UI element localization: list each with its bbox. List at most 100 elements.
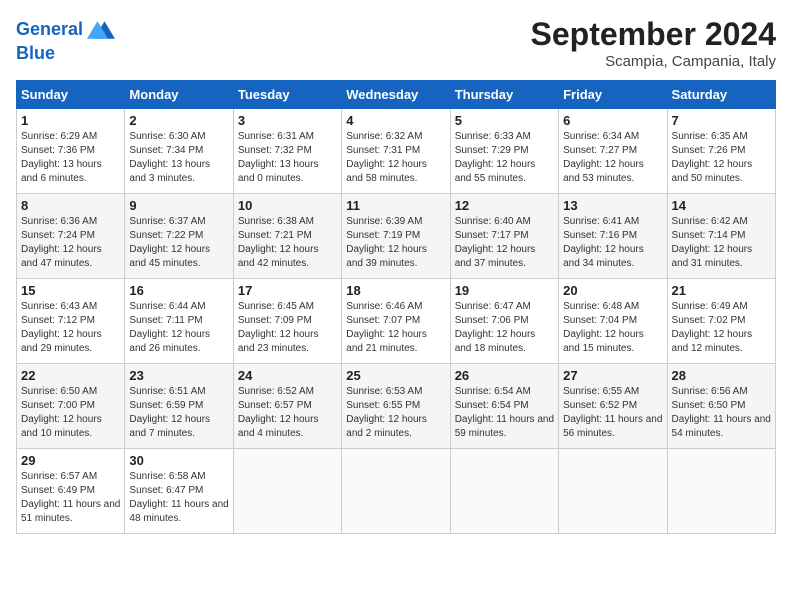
day-number: 26 — [455, 368, 554, 383]
day-number: 15 — [21, 283, 120, 298]
day-number: 9 — [129, 198, 228, 213]
cell-content: Sunrise: 6:50 AMSunset: 7:00 PMDaylight:… — [21, 385, 120, 441]
cell-content: Sunrise: 6:37 AMSunset: 7:22 PMDaylight:… — [129, 215, 228, 271]
day-number: 18 — [346, 283, 445, 298]
weekday-header-wednesday: Wednesday — [342, 81, 450, 109]
day-number: 5 — [455, 113, 554, 128]
calendar-cell: 5 Sunrise: 6:33 AMSunset: 7:29 PMDaylight… — [450, 109, 558, 194]
cell-content: Sunrise: 6:54 AMSunset: 6:54 PMDaylight:… — [455, 385, 554, 441]
calendar-cell: 14 Sunrise: 6:42 AMSunset: 7:14 PMDayligh… — [667, 194, 775, 279]
logo-text: General — [16, 20, 83, 40]
day-number: 23 — [129, 368, 228, 383]
cell-content: Sunrise: 6:45 AMSunset: 7:09 PMDaylight:… — [238, 300, 337, 356]
cell-content: Sunrise: 6:47 AMSunset: 7:06 PMDaylight:… — [455, 300, 554, 356]
cell-content: Sunrise: 6:33 AMSunset: 7:29 PMDaylight:… — [455, 130, 554, 186]
cell-content: Sunrise: 6:44 AMSunset: 7:11 PMDaylight:… — [129, 300, 228, 356]
calendar-cell: 2 Sunrise: 6:30 AMSunset: 7:34 PMDaylight… — [125, 109, 233, 194]
calendar-cell: 20 Sunrise: 6:48 AMSunset: 7:04 PMDayligh… — [559, 279, 667, 364]
day-number: 11 — [346, 198, 445, 213]
cell-content: Sunrise: 6:52 AMSunset: 6:57 PMDaylight:… — [238, 385, 337, 441]
cell-content: Sunrise: 6:46 AMSunset: 7:07 PMDaylight:… — [346, 300, 445, 356]
location: Scampia, Campania, Italy — [531, 53, 776, 70]
day-number: 7 — [672, 113, 771, 128]
cell-content: Sunrise: 6:32 AMSunset: 7:31 PMDaylight:… — [346, 130, 445, 186]
logo-icon — [87, 16, 115, 44]
calendar-cell — [667, 449, 775, 534]
day-number: 19 — [455, 283, 554, 298]
calendar-cell: 8 Sunrise: 6:36 AMSunset: 7:24 PMDaylight… — [17, 194, 125, 279]
calendar-cell: 13 Sunrise: 6:41 AMSunset: 7:16 PMDayligh… — [559, 194, 667, 279]
day-number: 21 — [672, 283, 771, 298]
day-number: 16 — [129, 283, 228, 298]
calendar-cell: 21 Sunrise: 6:49 AMSunset: 7:02 PMDayligh… — [667, 279, 775, 364]
calendar-cell: 9 Sunrise: 6:37 AMSunset: 7:22 PMDaylight… — [125, 194, 233, 279]
cell-content: Sunrise: 6:55 AMSunset: 6:52 PMDaylight:… — [563, 385, 662, 441]
day-number: 17 — [238, 283, 337, 298]
calendar-cell: 12 Sunrise: 6:40 AMSunset: 7:17 PMDayligh… — [450, 194, 558, 279]
cell-content: Sunrise: 6:40 AMSunset: 7:17 PMDaylight:… — [455, 215, 554, 271]
calendar-week-5: 29 Sunrise: 6:57 AMSunset: 6:49 PMDayligh… — [17, 449, 776, 534]
cell-content: Sunrise: 6:48 AMSunset: 7:04 PMDaylight:… — [563, 300, 662, 356]
calendar-cell: 22Sunrise: 6:50 AMSunset: 7:00 PMDayligh… — [17, 364, 125, 449]
cell-content: Sunrise: 6:53 AMSunset: 6:55 PMDaylight:… — [346, 385, 445, 441]
calendar-cell: 17 Sunrise: 6:45 AMSunset: 7:09 PMDayligh… — [233, 279, 341, 364]
cell-content: Sunrise: 6:39 AMSunset: 7:19 PMDaylight:… — [346, 215, 445, 271]
calendar-cell: 19 Sunrise: 6:47 AMSunset: 7:06 PMDayligh… — [450, 279, 558, 364]
calendar-cell: 23 Sunrise: 6:51 AMSunset: 6:59 PMDayligh… — [125, 364, 233, 449]
cell-content: Sunrise: 6:36 AMSunset: 7:24 PMDaylight:… — [21, 215, 120, 271]
calendar-cell: 11 Sunrise: 6:39 AMSunset: 7:19 PMDayligh… — [342, 194, 450, 279]
cell-content: Sunrise: 6:35 AMSunset: 7:26 PMDaylight:… — [672, 130, 771, 186]
calendar-cell — [233, 449, 341, 534]
calendar-week-1: 1Sunrise: 6:29 AMSunset: 7:36 PMDaylight… — [17, 109, 776, 194]
weekday-header-sunday: Sunday — [17, 81, 125, 109]
calendar-header-row: SundayMondayTuesdayWednesdayThursdayFrid… — [17, 81, 776, 109]
calendar-cell: 15 Sunrise: 6:43 AMSunset: 7:12 PMDayligh… — [17, 279, 125, 364]
weekday-header-friday: Friday — [559, 81, 667, 109]
day-number: 14 — [672, 198, 771, 213]
calendar-cell: 30Sunrise: 6:58 AMSunset: 6:47 PMDayligh… — [125, 449, 233, 534]
calendar-cell: 16 Sunrise: 6:44 AMSunset: 7:11 PMDayligh… — [125, 279, 233, 364]
cell-content: Sunrise: 6:51 AMSunset: 6:59 PMDaylight:… — [129, 385, 228, 441]
day-number: 2 — [129, 113, 228, 128]
day-number: 6 — [563, 113, 662, 128]
calendar-cell: 4 Sunrise: 6:32 AMSunset: 7:31 PMDaylight… — [342, 109, 450, 194]
day-number: 25 — [346, 368, 445, 383]
day-number: 13 — [563, 198, 662, 213]
calendar-week-2: 8 Sunrise: 6:36 AMSunset: 7:24 PMDaylight… — [17, 194, 776, 279]
calendar-cell — [559, 449, 667, 534]
cell-content: Sunrise: 6:57 AMSunset: 6:49 PMDaylight:… — [21, 470, 120, 526]
day-number: 24 — [238, 368, 337, 383]
cell-content: Sunrise: 6:41 AMSunset: 7:16 PMDaylight:… — [563, 215, 662, 271]
day-number: 28 — [672, 368, 771, 383]
calendar-cell: 24 Sunrise: 6:52 AMSunset: 6:57 PMDayligh… — [233, 364, 341, 449]
day-number: 29 — [21, 453, 120, 468]
page-header: General Blue September 2024 Scampia, Cam… — [16, 16, 776, 70]
weekday-header-tuesday: Tuesday — [233, 81, 341, 109]
cell-content: Sunrise: 6:30 AMSunset: 7:34 PMDaylight:… — [129, 130, 228, 186]
day-number: 30 — [129, 453, 228, 468]
cell-content: Sunrise: 6:42 AMSunset: 7:14 PMDaylight:… — [672, 215, 771, 271]
calendar-cell: 3Sunrise: 6:31 AMSunset: 7:32 PMDaylight… — [233, 109, 341, 194]
weekday-header-monday: Monday — [125, 81, 233, 109]
day-number: 20 — [563, 283, 662, 298]
cell-content: Sunrise: 6:43 AMSunset: 7:12 PMDaylight:… — [21, 300, 120, 356]
day-number: 3 — [238, 113, 337, 128]
calendar-cell: 29 Sunrise: 6:57 AMSunset: 6:49 PMDayligh… — [17, 449, 125, 534]
logo: General Blue — [16, 16, 115, 64]
day-number: 12 — [455, 198, 554, 213]
calendar-cell: 10Sunrise: 6:38 AMSunset: 7:21 PMDayligh… — [233, 194, 341, 279]
day-number: 8 — [21, 198, 120, 213]
calendar-cell — [342, 449, 450, 534]
calendar-cell: 27 Sunrise: 6:55 AMSunset: 6:52 PMDayligh… — [559, 364, 667, 449]
calendar-table: SundayMondayTuesdayWednesdayThursdayFrid… — [16, 80, 776, 534]
cell-content: Sunrise: 6:49 AMSunset: 7:02 PMDaylight:… — [672, 300, 771, 356]
calendar-cell: 7 Sunrise: 6:35 AMSunset: 7:26 PMDaylight… — [667, 109, 775, 194]
cell-content: Sunrise: 6:29 AMSunset: 7:36 PMDaylight:… — [21, 130, 120, 186]
day-number: 4 — [346, 113, 445, 128]
calendar-week-4: 22Sunrise: 6:50 AMSunset: 7:00 PMDayligh… — [17, 364, 776, 449]
calendar-cell: 18 Sunrise: 6:46 AMSunset: 7:07 PMDayligh… — [342, 279, 450, 364]
weekday-header-thursday: Thursday — [450, 81, 558, 109]
day-number: 27 — [563, 368, 662, 383]
cell-content: Sunrise: 6:34 AMSunset: 7:27 PMDaylight:… — [563, 130, 662, 186]
cell-content: Sunrise: 6:56 AMSunset: 6:50 PMDaylight:… — [672, 385, 771, 441]
